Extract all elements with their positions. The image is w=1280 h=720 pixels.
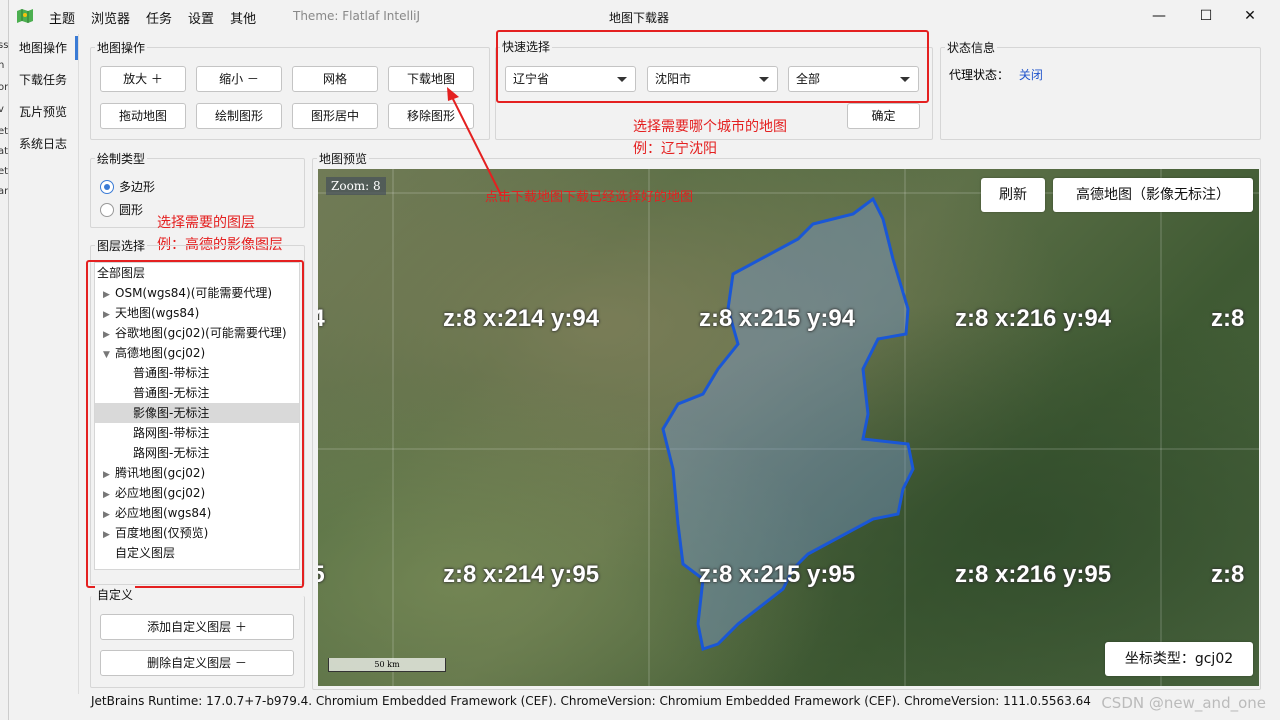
- tile-label: z:8 x:216 y:95: [955, 561, 1112, 588]
- background-text: n: [0, 60, 4, 71]
- maximize-button[interactable]: ☐: [1196, 6, 1216, 26]
- refresh-button[interactable]: 刷新: [981, 178, 1045, 212]
- background-text: or: [0, 82, 9, 93]
- draw-type-title: 绘制类型: [95, 150, 148, 167]
- background-window-edge: ss n or v et at et ar: [0, 0, 9, 720]
- drag-map-button[interactable]: 拖动地图: [100, 103, 186, 129]
- province-select[interactable]: 辽宁省: [505, 66, 636, 92]
- watermark: CSDN @new_and_one: [1101, 694, 1266, 712]
- status-bar: JetBrains Runtime: 17.0.7+7-b979.4. Chro…: [91, 694, 1091, 708]
- satellite-imagery: [318, 169, 1259, 686]
- tile-label: 94: [318, 305, 325, 332]
- layer-highlight: [86, 260, 304, 588]
- zoom-out-button[interactable]: 缩小 －: [196, 66, 282, 92]
- background-text: at: [0, 146, 9, 157]
- center-shape-button[interactable]: 图形居中: [292, 103, 378, 129]
- radio-selected-icon: [100, 180, 114, 194]
- province-value: 辽宁省: [513, 72, 550, 86]
- circle-radio[interactable]: 圆形: [100, 201, 143, 218]
- menu-item-theme[interactable]: 主题: [49, 8, 75, 27]
- tile-label: z:8 x:214 y:94: [443, 305, 600, 332]
- app-window: 主题 浏览器 任务 设置 其他 Theme: Flatlaf IntelliJ …: [9, 0, 1280, 720]
- map-ops-title: 地图操作: [95, 39, 148, 56]
- draw-shape-button[interactable]: 绘制图形: [196, 103, 282, 129]
- annotation-city-line: 选择需要哪个城市的地图: [633, 119, 787, 135]
- proxy-label: 代理状态：: [949, 68, 1010, 82]
- theme-label: Theme: Flatlaf IntelliJ: [293, 9, 421, 23]
- chevron-down-icon: [759, 77, 769, 82]
- annotation-layer-line: 选择需要的图层: [157, 215, 255, 231]
- chevron-down-icon: [900, 77, 910, 82]
- annotation-city: 选择需要哪个城市的地图 例：辽宁沈阳: [633, 116, 787, 160]
- nav-item-system-log[interactable]: 系统日志: [9, 130, 78, 162]
- map-preview-title: 地图预览: [317, 150, 370, 167]
- zoom-level-badge: Zoom: 8: [326, 177, 386, 195]
- menu-item-other[interactable]: 其他: [230, 8, 256, 27]
- tile-label: z:8 x:215 y:94: [699, 305, 856, 332]
- tile-label: z:8 x:215 y:95: [699, 561, 856, 588]
- menu-item-tasks[interactable]: 任务: [146, 8, 172, 27]
- custom-title: 自定义: [95, 586, 136, 603]
- radio-empty-icon: [100, 203, 114, 217]
- annotation-download: 点击下载地图下载已经选择好的地图: [485, 190, 694, 205]
- menu-bar: 主题 浏览器 任务 设置 其他: [49, 8, 272, 27]
- nav-item-map-ops[interactable]: 地图操作: [9, 34, 78, 66]
- city-select[interactable]: 沈阳市: [647, 66, 778, 92]
- nav-item-download-tasks[interactable]: 下载任务: [9, 66, 78, 98]
- district-value: 全部: [796, 72, 821, 86]
- title-bar: 主题 浏览器 任务 设置 其他 Theme: Flatlaf IntelliJ …: [9, 0, 1280, 34]
- background-text: et: [0, 126, 9, 137]
- polygon-radio[interactable]: 多边形: [100, 178, 155, 195]
- quick-select-title: 快速选择: [500, 38, 553, 55]
- background-text: ss: [0, 40, 9, 51]
- background-text: et: [0, 166, 9, 177]
- tile-label: z:8: [1211, 561, 1245, 588]
- nav-item-tile-preview[interactable]: 瓦片预览: [9, 98, 78, 130]
- proxy-status: 代理状态： 关闭: [949, 66, 1043, 83]
- menu-item-browser[interactable]: 浏览器: [91, 8, 130, 27]
- city-value: 沈阳市: [655, 72, 692, 86]
- menu-item-settings[interactable]: 设置: [188, 8, 214, 27]
- status-group: 状态信息: [940, 39, 1261, 140]
- background-text: v: [0, 104, 4, 115]
- annotation-city-line: 例：辽宁沈阳: [633, 141, 717, 157]
- zoom-in-button[interactable]: 放大 ＋: [100, 66, 186, 92]
- layer-select-title: 图层选择: [95, 237, 148, 254]
- remove-custom-layer-button[interactable]: 删除自定义图层 －: [100, 650, 294, 676]
- circle-label: 圆形: [119, 203, 144, 217]
- add-custom-layer-button[interactable]: 添加自定义图层 ＋: [100, 614, 294, 640]
- district-select[interactable]: 全部: [788, 66, 919, 92]
- grid-button[interactable]: 网格: [292, 66, 378, 92]
- map-app-icon: [17, 9, 33, 23]
- left-nav: 地图操作 下载任务 瓦片预览 系统日志: [9, 34, 79, 694]
- polygon-label: 多边形: [119, 180, 156, 194]
- close-button[interactable]: ✕: [1240, 6, 1260, 26]
- confirm-button[interactable]: 确定: [847, 103, 920, 129]
- scale-bar: 50 km: [328, 658, 446, 672]
- tile-label: z:8 x:214 y:95: [443, 561, 600, 588]
- coordinate-type-badge: 坐标类型：gcj02: [1105, 642, 1253, 676]
- chevron-down-icon: [617, 77, 627, 82]
- map-view[interactable]: 94 z:8 x:214 y:94 z:8 x:215 y:94 z:8 x:2…: [318, 169, 1259, 686]
- layer-name-button[interactable]: 高德地图（影像无标注）: [1053, 178, 1253, 212]
- tile-label: 95: [318, 561, 325, 588]
- minimize-button[interactable]: —: [1149, 6, 1169, 26]
- proxy-value: 关闭: [1018, 68, 1043, 82]
- tile-label: z:8 x:216 y:94: [955, 305, 1112, 332]
- status-title: 状态信息: [945, 39, 998, 56]
- background-text: ar: [0, 186, 9, 197]
- tile-label: z:8: [1211, 305, 1245, 332]
- window-title: 地图下载器: [609, 11, 670, 25]
